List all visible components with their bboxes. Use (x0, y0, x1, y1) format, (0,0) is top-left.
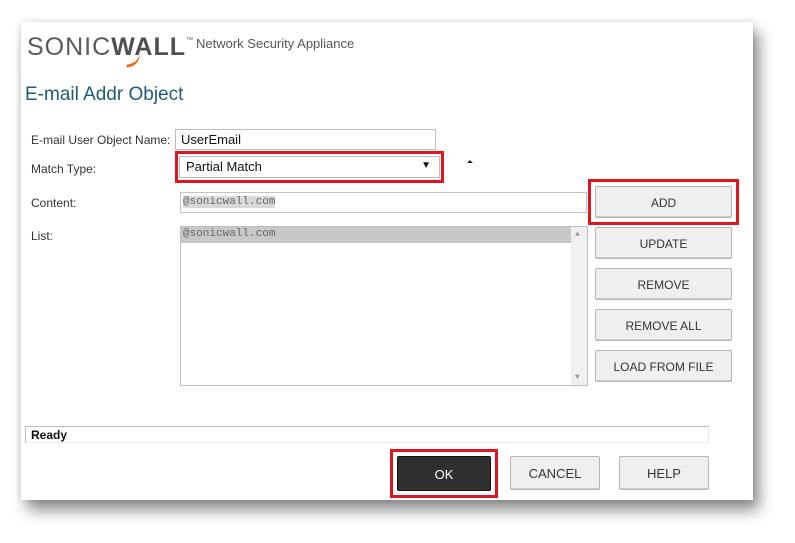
scroll-up-icon[interactable]: ▲ (575, 230, 580, 239)
load-from-file-button[interactable]: LOAD FROM FILE (595, 350, 732, 382)
content-value: @sonicwall.com (183, 196, 276, 208)
content-input[interactable]: @sonicwall.com (180, 192, 587, 213)
dropdown-arrow-icon: ▼ (421, 160, 431, 171)
content-label: Content: (31, 196, 77, 210)
app-subtitle: Network Security Appliance (196, 36, 355, 51)
status-bar: Ready (25, 426, 709, 443)
help-button[interactable]: HELP (619, 456, 709, 490)
list-item[interactable]: @sonicwall.com (181, 227, 571, 243)
sonicwall-logo: SONICWALL ™ (27, 33, 195, 68)
page-title: E-mail Addr Object (25, 84, 184, 105)
scroll-down-icon[interactable]: ▼ (575, 373, 580, 382)
trademark: ™ (186, 37, 195, 44)
list-scrollbar[interactable]: ▲ ▼ (571, 227, 587, 385)
match-type-select[interactable]: Partial Match ▼ (179, 156, 440, 178)
match-type-label: Match Type: (31, 162, 97, 176)
update-button[interactable]: UPDATE (595, 227, 732, 259)
add-button[interactable]: ADD (595, 186, 732, 218)
list-label: List: (31, 229, 54, 243)
object-name-label: E-mail User Object Name: (31, 133, 171, 147)
match-type-value: Partial Match (186, 159, 262, 174)
remove-all-button[interactable]: REMOVE ALL (595, 309, 732, 341)
email-list[interactable]: @sonicwall.com ▲ ▼ (180, 226, 588, 386)
remove-button[interactable]: REMOVE (595, 268, 732, 300)
cancel-button[interactable]: CANCEL (510, 456, 600, 490)
mouse-cursor-icon (467, 160, 473, 166)
ok-button[interactable]: OK (397, 456, 491, 491)
logo-text-bold: WALL (111, 33, 186, 68)
logo-text-light: SONIC (27, 33, 112, 61)
email-addr-object-dialog: SONICWALL ™ Network Security Appliance E-… (21, 22, 753, 500)
object-name-input[interactable] (175, 129, 436, 150)
